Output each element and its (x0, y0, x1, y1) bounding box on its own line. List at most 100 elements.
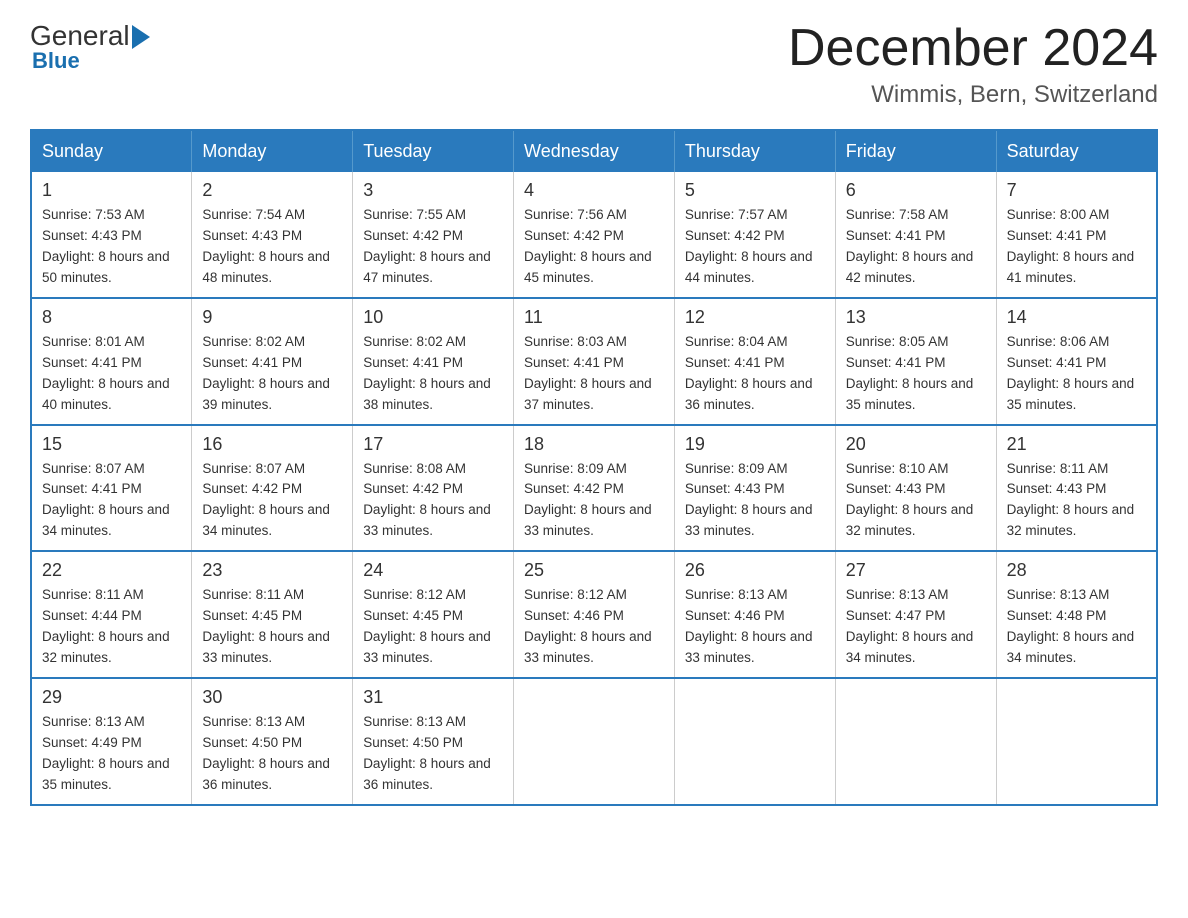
table-row: 6 Sunrise: 7:58 AM Sunset: 4:41 PM Dayli… (835, 172, 996, 298)
table-row: 23 Sunrise: 8:11 AM Sunset: 4:45 PM Dayl… (192, 551, 353, 678)
day-number: 14 (1007, 307, 1146, 328)
day-number: 27 (846, 560, 986, 581)
table-row: 13 Sunrise: 8:05 AM Sunset: 4:41 PM Dayl… (835, 298, 996, 425)
day-info: Sunrise: 8:09 AM Sunset: 4:42 PM Dayligh… (524, 459, 664, 543)
day-info: Sunrise: 7:57 AM Sunset: 4:42 PM Dayligh… (685, 205, 825, 289)
calendar-week-row: 29 Sunrise: 8:13 AM Sunset: 4:49 PM Dayl… (31, 678, 1157, 805)
day-number: 8 (42, 307, 181, 328)
day-number: 31 (363, 687, 503, 708)
day-info: Sunrise: 8:13 AM Sunset: 4:50 PM Dayligh… (363, 712, 503, 796)
table-row: 15 Sunrise: 8:07 AM Sunset: 4:41 PM Dayl… (31, 425, 192, 552)
location-text: Wimmis, Bern, Switzerland (788, 81, 1158, 109)
day-number: 29 (42, 687, 181, 708)
table-row: 20 Sunrise: 8:10 AM Sunset: 4:43 PM Dayl… (835, 425, 996, 552)
table-row: 26 Sunrise: 8:13 AM Sunset: 4:46 PM Dayl… (674, 551, 835, 678)
day-number: 19 (685, 434, 825, 455)
weekday-header-row: Sunday Monday Tuesday Wednesday Thursday… (31, 130, 1157, 172)
calendar-week-row: 15 Sunrise: 8:07 AM Sunset: 4:41 PM Dayl… (31, 425, 1157, 552)
table-row: 31 Sunrise: 8:13 AM Sunset: 4:50 PM Dayl… (353, 678, 514, 805)
day-info: Sunrise: 8:11 AM Sunset: 4:45 PM Dayligh… (202, 585, 342, 669)
day-number: 20 (846, 434, 986, 455)
day-info: Sunrise: 8:01 AM Sunset: 4:41 PM Dayligh… (42, 332, 181, 416)
day-number: 17 (363, 434, 503, 455)
day-number: 28 (1007, 560, 1146, 581)
col-sunday: Sunday (31, 130, 192, 172)
day-number: 12 (685, 307, 825, 328)
table-row: 29 Sunrise: 8:13 AM Sunset: 4:49 PM Dayl… (31, 678, 192, 805)
day-number: 22 (42, 560, 181, 581)
day-number: 15 (42, 434, 181, 455)
day-number: 2 (202, 180, 342, 201)
table-row: 12 Sunrise: 8:04 AM Sunset: 4:41 PM Dayl… (674, 298, 835, 425)
calendar-week-row: 1 Sunrise: 7:53 AM Sunset: 4:43 PM Dayli… (31, 172, 1157, 298)
logo-arrow-icon (132, 25, 150, 49)
day-number: 30 (202, 687, 342, 708)
day-info: Sunrise: 8:02 AM Sunset: 4:41 PM Dayligh… (202, 332, 342, 416)
table-row: 3 Sunrise: 7:55 AM Sunset: 4:42 PM Dayli… (353, 172, 514, 298)
col-thursday: Thursday (674, 130, 835, 172)
calendar-week-row: 22 Sunrise: 8:11 AM Sunset: 4:44 PM Dayl… (31, 551, 1157, 678)
table-row: 11 Sunrise: 8:03 AM Sunset: 4:41 PM Dayl… (514, 298, 675, 425)
table-row: 9 Sunrise: 8:02 AM Sunset: 4:41 PM Dayli… (192, 298, 353, 425)
logo-blue-text: Blue (32, 48, 150, 74)
table-row: 8 Sunrise: 8:01 AM Sunset: 4:41 PM Dayli… (31, 298, 192, 425)
day-info: Sunrise: 8:06 AM Sunset: 4:41 PM Dayligh… (1007, 332, 1146, 416)
day-info: Sunrise: 8:07 AM Sunset: 4:42 PM Dayligh… (202, 459, 342, 543)
table-row: 16 Sunrise: 8:07 AM Sunset: 4:42 PM Dayl… (192, 425, 353, 552)
day-number: 10 (363, 307, 503, 328)
day-info: Sunrise: 8:04 AM Sunset: 4:41 PM Dayligh… (685, 332, 825, 416)
day-info: Sunrise: 8:12 AM Sunset: 4:46 PM Dayligh… (524, 585, 664, 669)
day-info: Sunrise: 8:09 AM Sunset: 4:43 PM Dayligh… (685, 459, 825, 543)
table-row: 30 Sunrise: 8:13 AM Sunset: 4:50 PM Dayl… (192, 678, 353, 805)
day-info: Sunrise: 8:08 AM Sunset: 4:42 PM Dayligh… (363, 459, 503, 543)
table-row: 22 Sunrise: 8:11 AM Sunset: 4:44 PM Dayl… (31, 551, 192, 678)
calendar-body: 1 Sunrise: 7:53 AM Sunset: 4:43 PM Dayli… (31, 172, 1157, 804)
day-info: Sunrise: 8:07 AM Sunset: 4:41 PM Dayligh… (42, 459, 181, 543)
table-row: 17 Sunrise: 8:08 AM Sunset: 4:42 PM Dayl… (353, 425, 514, 552)
day-number: 3 (363, 180, 503, 201)
col-monday: Monday (192, 130, 353, 172)
table-row: 1 Sunrise: 7:53 AM Sunset: 4:43 PM Dayli… (31, 172, 192, 298)
logo: General Blue (30, 20, 150, 74)
day-info: Sunrise: 8:13 AM Sunset: 4:47 PM Dayligh… (846, 585, 986, 669)
title-block: December 2024 Wimmis, Bern, Switzerland (788, 20, 1158, 109)
day-info: Sunrise: 8:13 AM Sunset: 4:50 PM Dayligh… (202, 712, 342, 796)
table-row: 28 Sunrise: 8:13 AM Sunset: 4:48 PM Dayl… (996, 551, 1157, 678)
day-info: Sunrise: 8:03 AM Sunset: 4:41 PM Dayligh… (524, 332, 664, 416)
day-number: 21 (1007, 434, 1146, 455)
col-tuesday: Tuesday (353, 130, 514, 172)
day-number: 16 (202, 434, 342, 455)
table-row (674, 678, 835, 805)
day-number: 24 (363, 560, 503, 581)
table-row: 21 Sunrise: 8:11 AM Sunset: 4:43 PM Dayl… (996, 425, 1157, 552)
table-row: 10 Sunrise: 8:02 AM Sunset: 4:41 PM Dayl… (353, 298, 514, 425)
table-row (835, 678, 996, 805)
table-row: 2 Sunrise: 7:54 AM Sunset: 4:43 PM Dayli… (192, 172, 353, 298)
table-row: 4 Sunrise: 7:56 AM Sunset: 4:42 PM Dayli… (514, 172, 675, 298)
table-row (514, 678, 675, 805)
day-info: Sunrise: 7:53 AM Sunset: 4:43 PM Dayligh… (42, 205, 181, 289)
day-info: Sunrise: 8:10 AM Sunset: 4:43 PM Dayligh… (846, 459, 986, 543)
table-row: 18 Sunrise: 8:09 AM Sunset: 4:42 PM Dayl… (514, 425, 675, 552)
day-info: Sunrise: 7:55 AM Sunset: 4:42 PM Dayligh… (363, 205, 503, 289)
table-row: 19 Sunrise: 8:09 AM Sunset: 4:43 PM Dayl… (674, 425, 835, 552)
page-header: General Blue December 2024 Wimmis, Bern,… (30, 20, 1158, 109)
day-info: Sunrise: 8:13 AM Sunset: 4:48 PM Dayligh… (1007, 585, 1146, 669)
day-info: Sunrise: 7:54 AM Sunset: 4:43 PM Dayligh… (202, 205, 342, 289)
day-number: 26 (685, 560, 825, 581)
day-number: 25 (524, 560, 664, 581)
calendar-week-row: 8 Sunrise: 8:01 AM Sunset: 4:41 PM Dayli… (31, 298, 1157, 425)
day-number: 1 (42, 180, 181, 201)
calendar-table: Sunday Monday Tuesday Wednesday Thursday… (30, 129, 1158, 805)
table-row: 25 Sunrise: 8:12 AM Sunset: 4:46 PM Dayl… (514, 551, 675, 678)
day-info: Sunrise: 7:58 AM Sunset: 4:41 PM Dayligh… (846, 205, 986, 289)
day-info: Sunrise: 8:02 AM Sunset: 4:41 PM Dayligh… (363, 332, 503, 416)
calendar-header: Sunday Monday Tuesday Wednesday Thursday… (31, 130, 1157, 172)
table-row: 27 Sunrise: 8:13 AM Sunset: 4:47 PM Dayl… (835, 551, 996, 678)
table-row: 24 Sunrise: 8:12 AM Sunset: 4:45 PM Dayl… (353, 551, 514, 678)
day-number: 5 (685, 180, 825, 201)
day-number: 11 (524, 307, 664, 328)
table-row: 7 Sunrise: 8:00 AM Sunset: 4:41 PM Dayli… (996, 172, 1157, 298)
day-number: 9 (202, 307, 342, 328)
day-number: 6 (846, 180, 986, 201)
